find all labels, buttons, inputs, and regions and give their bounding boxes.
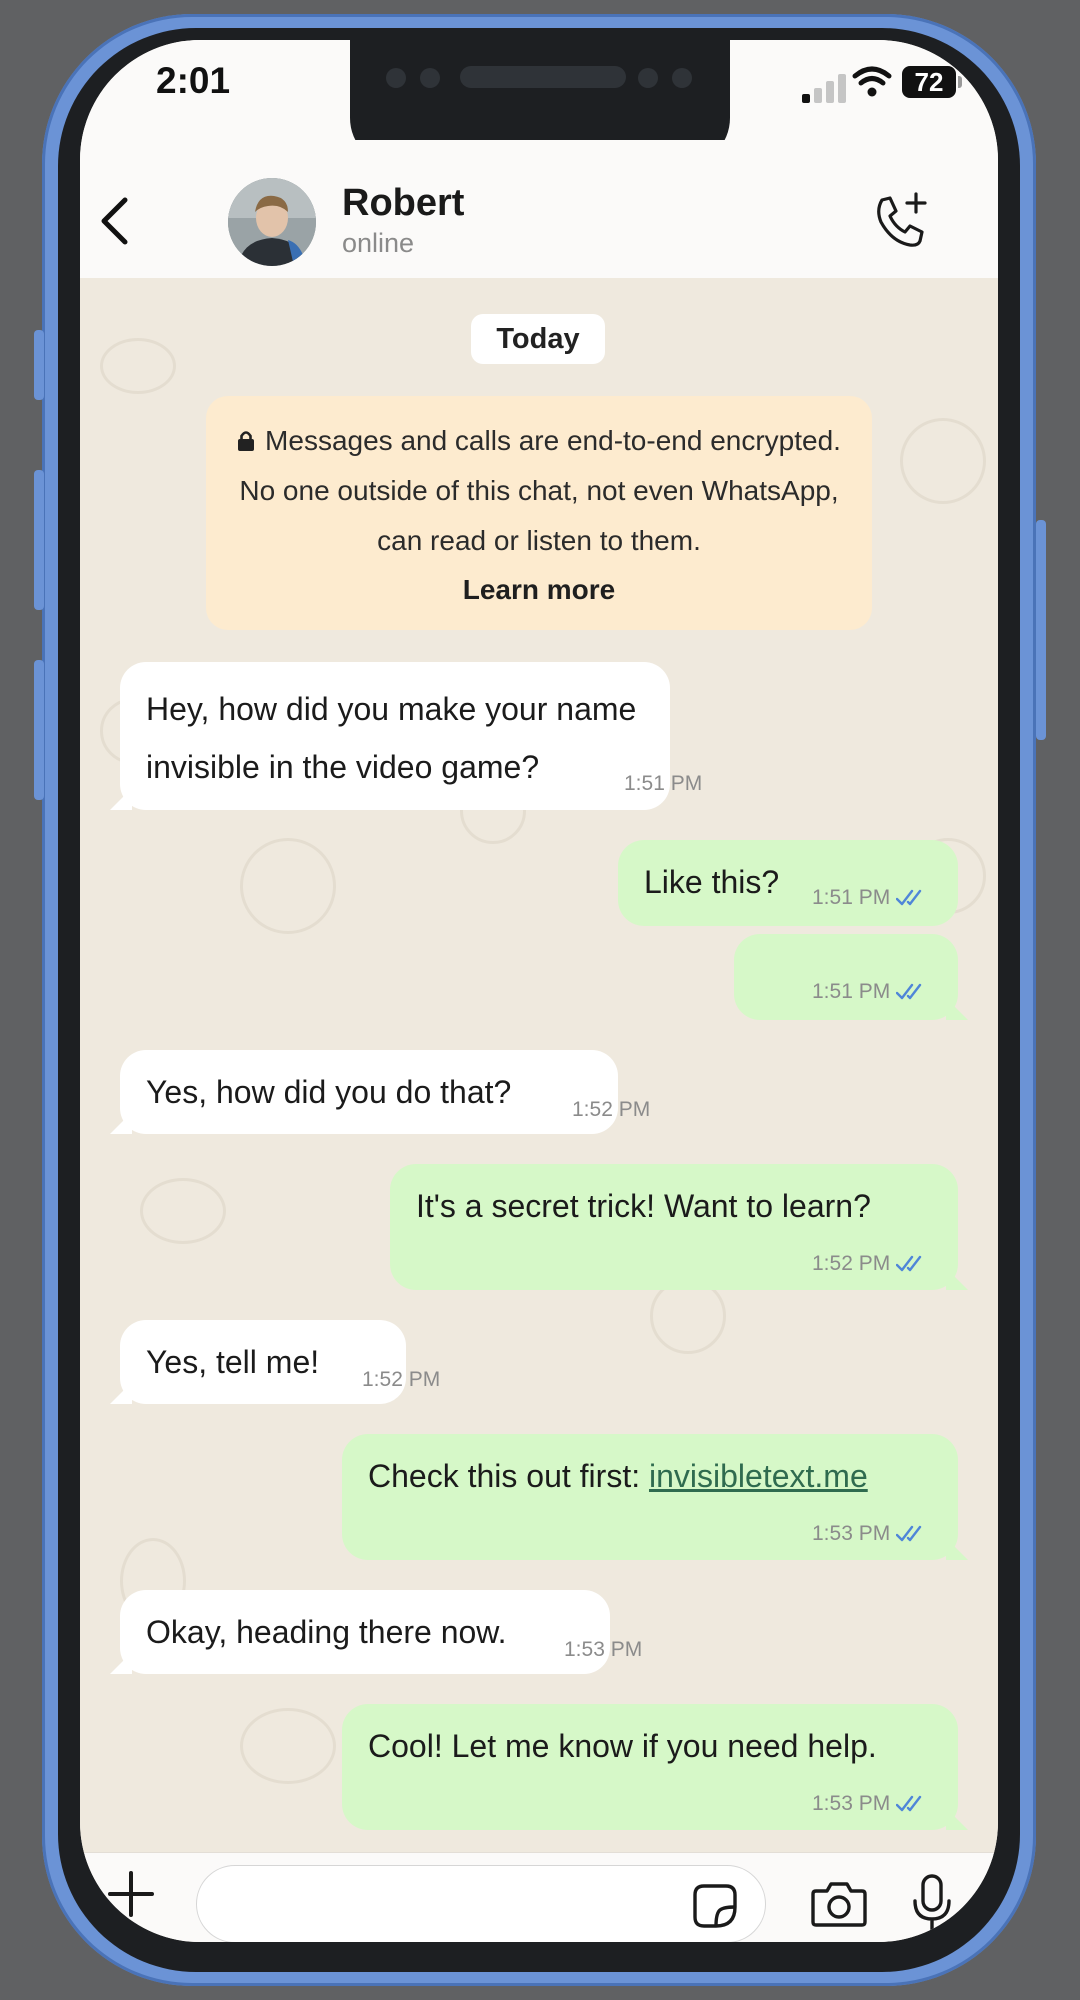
cellular-signal-icon bbox=[802, 73, 846, 103]
chat-area[interactable]: Today Messages and calls are end-to-end … bbox=[80, 278, 998, 1852]
date-divider: Today bbox=[471, 314, 605, 364]
sensor-dot bbox=[672, 68, 692, 88]
bubble-tail bbox=[946, 998, 968, 1020]
wallpaper-doodle bbox=[140, 1178, 226, 1244]
power-button bbox=[1036, 520, 1046, 740]
phone-screen: 2:01 72 Robert online Today Messages and… bbox=[80, 40, 998, 1942]
wallpaper-doodle bbox=[900, 418, 986, 504]
message-bubble-outgoing[interactable]: 1:51 PM bbox=[734, 934, 968, 1020]
wallpaper-doodle bbox=[240, 1708, 336, 1784]
message-text: Hey, how did you make your name invisibl… bbox=[146, 691, 637, 785]
contact-name[interactable]: Robert bbox=[342, 182, 464, 225]
earpiece-speaker bbox=[460, 66, 626, 88]
message-text: Yes, how did you do that? bbox=[146, 1074, 512, 1110]
double-check-icon bbox=[896, 983, 922, 1000]
message-text-prefix: Check this out first: bbox=[368, 1458, 649, 1494]
microphone-icon[interactable] bbox=[910, 1873, 954, 1935]
camera-icon[interactable] bbox=[810, 1879, 868, 1929]
message-time: 1:51 PM bbox=[812, 886, 891, 909]
message-time: 1:53 PM bbox=[812, 1792, 891, 1815]
message-bubble-outgoing[interactable]: It's a secret trick! Want to learn? 1:52… bbox=[390, 1164, 968, 1290]
message-meta: 1:51 PM bbox=[812, 886, 928, 910]
message-time: 1:52 PM bbox=[572, 1098, 651, 1121]
chevron-left-icon[interactable] bbox=[98, 196, 130, 246]
message-text: Cool! Let me know if you need help. bbox=[368, 1728, 877, 1764]
message-time: 1:51 PM bbox=[624, 772, 703, 795]
wallpaper-doodle bbox=[240, 838, 336, 934]
sensor-dot bbox=[638, 68, 658, 88]
message-bubble-outgoing[interactable]: Cool! Let me know if you need help. 1:53… bbox=[342, 1704, 968, 1830]
message-time: 1:52 PM bbox=[362, 1368, 441, 1391]
message-meta: 1:53 PM bbox=[812, 1522, 928, 1546]
battery-tip bbox=[958, 76, 962, 88]
bubble-tail bbox=[946, 1268, 968, 1290]
message-time: 1:53 PM bbox=[564, 1638, 643, 1661]
battery-level: 72 bbox=[902, 66, 956, 98]
bubble-tail bbox=[946, 1538, 968, 1560]
double-check-icon bbox=[896, 1525, 922, 1542]
message-text: Like this? bbox=[644, 864, 780, 900]
learn-more-link[interactable]: Learn more bbox=[206, 574, 872, 606]
encryption-notice[interactable]: Messages and calls are end-to-end encryp… bbox=[206, 396, 872, 630]
double-check-icon bbox=[896, 889, 922, 906]
message-time: 1:52 PM bbox=[812, 1252, 891, 1275]
message-input-field[interactable] bbox=[196, 1865, 766, 1942]
double-check-icon bbox=[896, 1255, 922, 1272]
status-time: 2:01 bbox=[156, 60, 231, 101]
chat-header: Robert online bbox=[80, 140, 998, 279]
double-check-icon bbox=[896, 1795, 922, 1812]
message-meta: 1:52 PM bbox=[812, 1252, 928, 1276]
bubble-tail bbox=[110, 1112, 132, 1134]
add-call-icon[interactable] bbox=[872, 192, 932, 250]
bubble-tail bbox=[110, 788, 132, 810]
message-text: Yes, tell me! bbox=[146, 1344, 320, 1380]
message-bubble-incoming[interactable]: Okay, heading there now. 1:53 PM bbox=[110, 1590, 642, 1674]
wifi-icon bbox=[852, 66, 892, 97]
message-time: 1:51 PM bbox=[812, 980, 891, 1003]
lock-icon bbox=[238, 431, 255, 451]
message-text: Okay, heading there now. bbox=[146, 1614, 507, 1650]
invisibletext-link[interactable]: invisibletext.me bbox=[649, 1458, 868, 1494]
sticker-icon[interactable] bbox=[692, 1883, 738, 1929]
message-text: It's a secret trick! Want to learn? bbox=[416, 1188, 871, 1224]
bubble-tail bbox=[110, 1652, 132, 1674]
message-composer bbox=[80, 1852, 998, 1942]
sensor-dot bbox=[420, 68, 440, 88]
plus-icon[interactable] bbox=[106, 1869, 156, 1919]
message-input[interactable] bbox=[225, 1866, 689, 1940]
message-bubble-incoming[interactable]: Yes, tell me! 1:52 PM bbox=[110, 1320, 440, 1404]
volume-up-button bbox=[34, 470, 44, 610]
bubble-tail bbox=[110, 1382, 132, 1404]
contact-photo bbox=[228, 178, 316, 266]
message-bubble-incoming[interactable]: Hey, how did you make your name invisibl… bbox=[110, 662, 702, 810]
message-meta: 1:53 PM bbox=[812, 1792, 928, 1816]
contact-status: online bbox=[342, 228, 415, 258]
message-bubble-incoming[interactable]: Yes, how did you do that? 1:52 PM bbox=[110, 1050, 650, 1134]
volume-down-button bbox=[34, 660, 44, 800]
wallpaper-doodle bbox=[100, 338, 176, 394]
avatar[interactable] bbox=[228, 178, 316, 266]
encryption-notice-text: Messages and calls are end-to-end encryp… bbox=[226, 416, 852, 566]
message-bubble-outgoing[interactable]: Like this? 1:51 PM bbox=[618, 840, 958, 926]
message-bubble-outgoing[interactable]: Check this out first: invisibletext.me 1… bbox=[342, 1434, 968, 1560]
bubble-tail bbox=[946, 1808, 968, 1830]
message-time: 1:53 PM bbox=[812, 1522, 891, 1545]
message-text: Check this out first: invisibletext.me bbox=[368, 1458, 868, 1495]
message-meta: 1:51 PM bbox=[812, 980, 928, 1004]
encryption-notice-body: Messages and calls are end-to-end encryp… bbox=[239, 425, 841, 556]
front-camera-dot bbox=[386, 68, 406, 88]
mute-switch bbox=[34, 330, 44, 400]
